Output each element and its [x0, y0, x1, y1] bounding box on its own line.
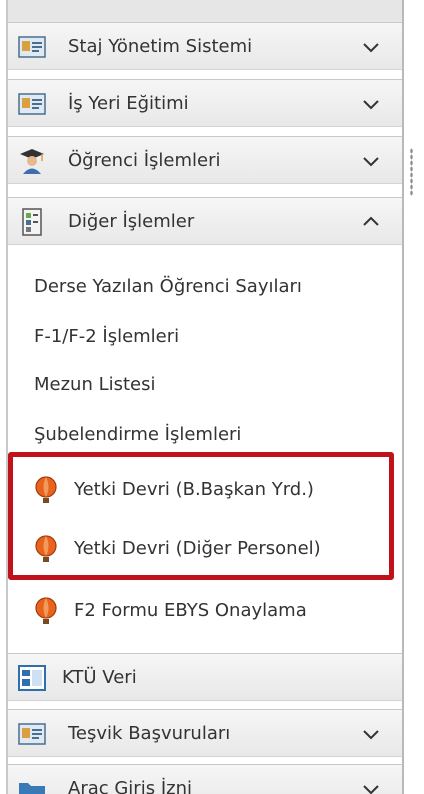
- menu-item-mezun-listesi[interactable]: Mezun Listesi: [8, 360, 402, 408]
- balloon-icon: [35, 476, 57, 503]
- menu-item-label: Mezun Listesi: [34, 373, 156, 395]
- chevron-down-icon: [363, 100, 379, 110]
- section-ktu-veri[interactable]: KTÜ Veri: [8, 653, 402, 701]
- menu-item-f2-ebys[interactable]: F2 Formu EBYS Onaylama: [8, 586, 402, 634]
- menu-item-label: Yetki Devri (Diğer Personel): [74, 537, 321, 559]
- grid-window-icon: [18, 665, 46, 691]
- section-label: Staj Yönetim Sistemi: [68, 35, 253, 57]
- side-menu-panel: Staj Yönetim Sistemi İş Yeri Eğitimi Öğr…: [6, 0, 404, 794]
- menu-item-yetki-devri-baskan[interactable]: Yetki Devri (B.Başkan Yrd.): [8, 465, 402, 513]
- section-tesvik-basvurulari[interactable]: Teşvik Başvuruları: [8, 709, 402, 757]
- section-is-yeri-egitimi[interactable]: İş Yeri Eğitimi: [8, 79, 402, 127]
- balloon-icon: [35, 535, 57, 562]
- menu-item-label: Şubelendirme İşlemleri: [34, 423, 242, 445]
- menu-item-subelendirme[interactable]: Şubelendirme İşlemleri: [8, 410, 402, 458]
- section-label: Araç Giriş İzni: [68, 777, 192, 794]
- menu-top-strip: [8, 0, 402, 23]
- menu-item-label: Derse Yazılan Öğrenci Sayıları: [34, 275, 302, 297]
- section-label: Teşvik Başvuruları: [68, 722, 231, 744]
- graduate-icon: [20, 149, 44, 174]
- splitter-grip[interactable]: [410, 148, 413, 196]
- chevron-down-icon: [363, 43, 379, 53]
- chevron-down-icon: [363, 785, 379, 794]
- section-arac-giris-izni[interactable]: Araç Giriş İzni: [8, 764, 402, 794]
- menu-item-derse-yazilan[interactable]: Derse Yazılan Öğrenci Sayıları: [8, 262, 402, 310]
- menu-item-label: F2 Formu EBYS Onaylama: [74, 599, 307, 621]
- menu-item-yetki-devri-diger[interactable]: Yetki Devri (Diğer Personel): [8, 524, 402, 572]
- chevron-down-icon: [363, 157, 379, 167]
- menu-item-f1-f2[interactable]: F-1/F-2 İşlemleri: [8, 312, 402, 360]
- splitter-bar[interactable]: [406, 0, 424, 794]
- section-label: Diğer İşlemler: [68, 210, 195, 232]
- card-icon: [18, 723, 46, 745]
- menu-item-label: Yetki Devri (B.Başkan Yrd.): [74, 478, 314, 500]
- chevron-up-icon: [363, 216, 379, 226]
- section-label: KTÜ Veri: [62, 666, 137, 688]
- section-ogrenci-islemleri[interactable]: Öğrenci İşlemleri: [8, 136, 402, 184]
- chevron-down-icon: [363, 730, 379, 740]
- balloon-icon: [35, 597, 57, 624]
- card-icon: [18, 36, 46, 58]
- menu-item-label: F-1/F-2 İşlemleri: [34, 325, 180, 347]
- folder-icon: [19, 783, 45, 794]
- section-label: İş Yeri Eğitimi: [68, 92, 189, 114]
- section-staj-yonetim-sistemi[interactable]: Staj Yönetim Sistemi: [8, 22, 402, 70]
- section-label: Öğrenci İşlemleri: [68, 149, 221, 171]
- document-icon: [22, 208, 42, 236]
- section-diger-islemler[interactable]: Diğer İşlemler: [8, 197, 402, 245]
- card-icon: [18, 93, 46, 115]
